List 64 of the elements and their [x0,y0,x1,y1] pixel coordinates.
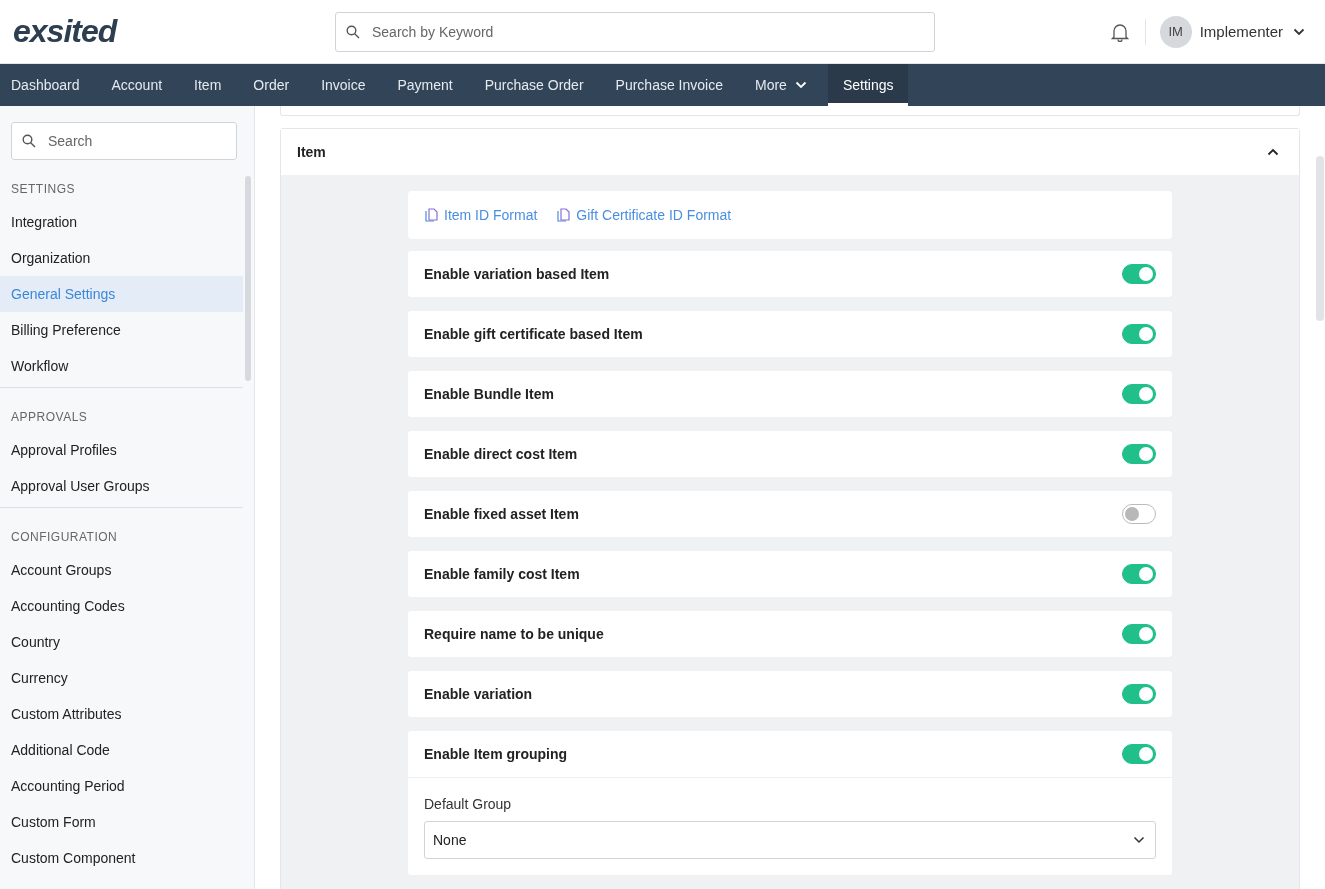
user-name[interactable]: Implementer [1199,23,1283,40]
sidebar-item[interactable]: Account Groups [0,552,243,588]
setting-label: Enable direct cost Item [424,446,578,462]
section-heading: APPROVALS [10,409,89,426]
sidebar-item[interactable]: Integration [0,204,243,240]
toggle-switch[interactable] [1122,504,1156,524]
sidebar-item[interactable]: Accounting Period [0,768,243,804]
nav-tab[interactable]: Invoice [310,64,382,106]
section-heading: SETTINGS [10,181,76,198]
setting-label: Enable Bundle Item [424,386,554,402]
search-field[interactable]: Search [11,122,237,160]
setting-label: Enable variation [424,686,533,702]
toggle-switch[interactable] [1122,624,1156,644]
setting-label: Enable family cost Item [424,566,580,582]
sidebar-item[interactable]: Billing Preference [0,312,243,348]
nav-tab[interactable]: Settings [827,64,909,106]
field-label: Default Group [424,796,513,812]
nav-tab[interactable]: Order [242,64,306,106]
sidebar-item[interactable]: Approval User Groups [0,468,243,504]
bell-icon[interactable] [1110,21,1129,42]
setting-label: Enable Item grouping [424,746,568,762]
section-heading: CONFIGURATION [10,529,119,546]
toggle-switch[interactable] [1122,324,1156,344]
sidebar-item[interactable]: Approval Profiles [0,432,243,468]
scrollbar[interactable] [245,176,251,381]
copy-icon [557,208,572,222]
toggle-switch[interactable] [1122,564,1156,584]
sidebar-item[interactable]: Organization [0,240,243,276]
sidebar-item[interactable]: Currency [0,660,243,696]
setting-label: Enable fixed asset Item [424,506,579,522]
sidebar-item[interactable]: Custom Attributes [0,696,243,732]
setting-label: Require name to be unique [424,626,604,642]
sidebar-item[interactable]: Accounting Codes [0,588,243,624]
search-field[interactable]: Search by Keyword [335,11,935,52]
avatar[interactable]: IM [1159,15,1192,48]
nav-tab[interactable]: Purchase Invoice [604,64,739,106]
sidebar-item[interactable]: Country [0,624,243,660]
chevron-down-icon [1133,836,1145,844]
sidebar-item[interactable]: Additional Code [0,732,243,768]
nav-tab[interactable]: Payment [386,64,469,106]
sidebar-item[interactable]: Workflow [0,348,243,384]
copy-icon [425,208,439,222]
toggle-switch[interactable] [1122,264,1156,284]
panel-title: Item [297,144,326,160]
dropdown[interactable]: None [424,821,1156,859]
setting-label: Enable variation based Item [424,266,610,282]
toggle-switch[interactable] [1122,744,1156,764]
toggle-switch[interactable] [1122,384,1156,404]
search-icon [346,24,360,39]
nav-tab[interactable]: Account [100,64,179,106]
chevron-up-icon[interactable] [1267,148,1279,156]
chevron-down-icon[interactable] [1293,27,1305,36]
scrollbar[interactable] [1316,156,1324,321]
nav-tab[interactable]: Item [183,64,238,106]
sidebar-item[interactable]: Custom Component [0,840,243,876]
nav-tab[interactable]: Purchase Order [473,64,600,106]
logo[interactable]: exsited [13,13,117,49]
nav-tab[interactable]: Dashboard [0,64,96,106]
setting-label: Enable gift certificate based Item [424,326,643,342]
toggle-switch[interactable] [1122,684,1156,704]
toggle-switch[interactable] [1122,444,1156,464]
search-icon [22,134,36,148]
sidebar-item[interactable]: Custom Form [0,804,243,840]
nav-tab[interactable]: More [743,64,823,106]
